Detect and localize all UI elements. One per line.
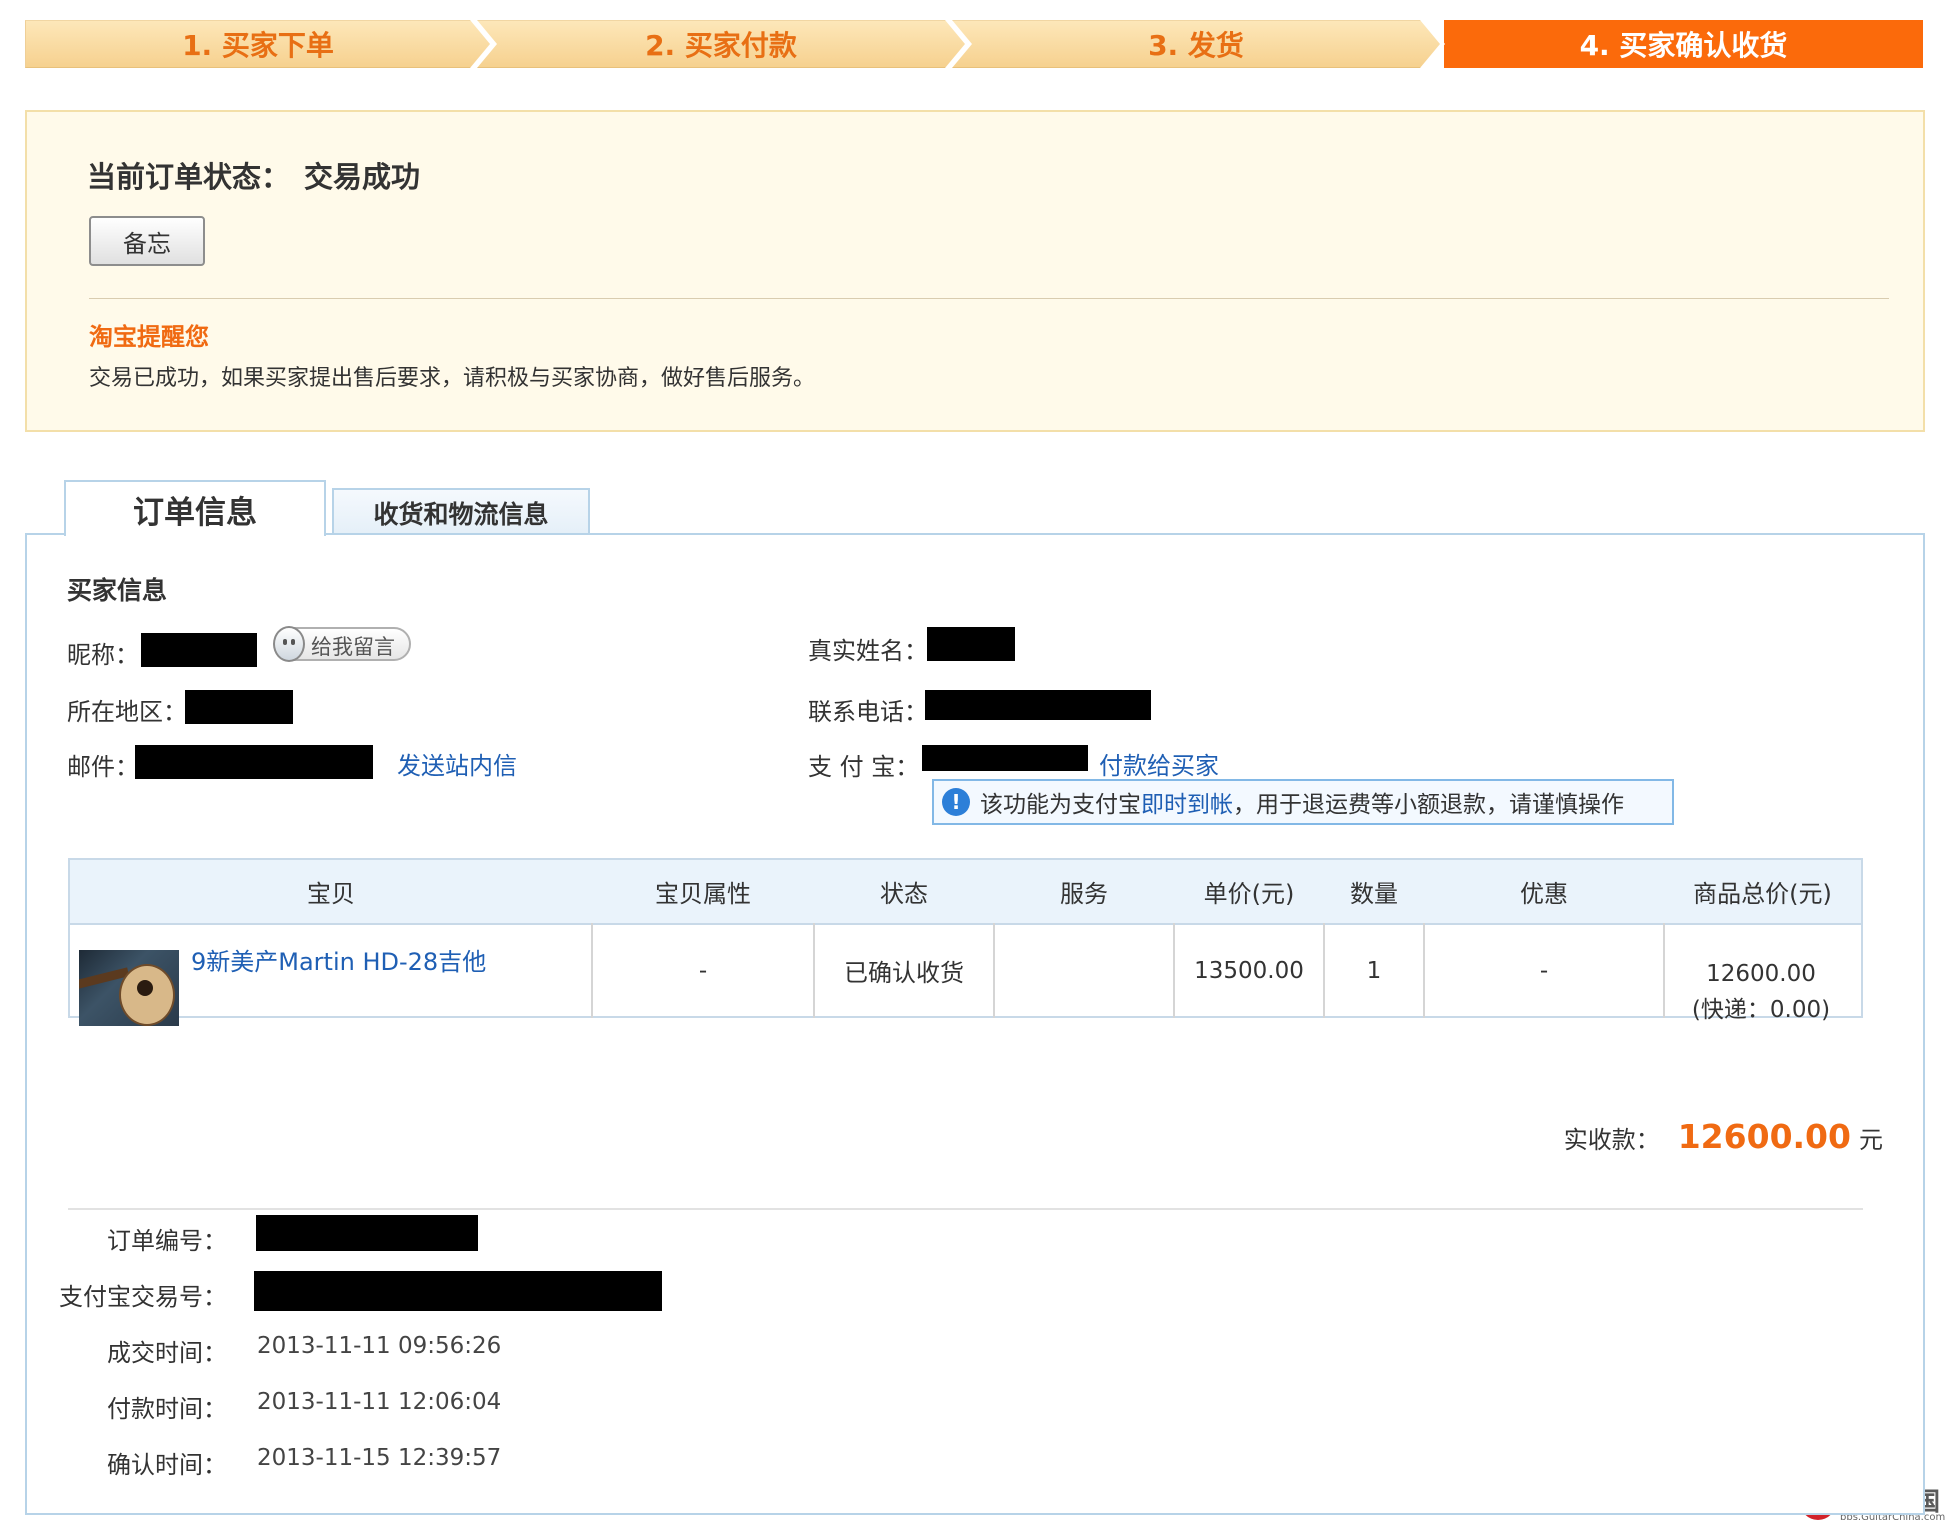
goods-table-header: 宝贝 宝贝属性 状态 服务 单价(元) 数量 优惠 商品总价(元) <box>70 860 1861 925</box>
realname-label: 真实姓名： <box>808 637 928 665</box>
nickname-label: 昵称： <box>67 641 139 669</box>
redacted-phone <box>925 690 1151 720</box>
paid-amount-label: 实收款： <box>1563 1126 1660 1154</box>
order-status-label: 当前订单状态： <box>87 160 291 194</box>
item-total-price: 12600.00 <box>1706 961 1816 987</box>
instant-pay-tip: ! 该功能为支付宝 即时到帐 ，用于退运费等小额退款，请谨慎操作 <box>932 779 1674 825</box>
goods-table: 宝贝 宝贝属性 状态 服务 单价(元) 数量 优惠 商品总价(元) 9新美产Ma… <box>68 858 1863 1026</box>
header-service: 服务 <box>1060 880 1108 908</box>
item-title-link[interactable]: 9新美产Martin HD-28吉他 <box>191 942 486 977</box>
tab-label: 订单信息 <box>133 494 257 531</box>
paid-amount-value: 12600.00 <box>1677 1117 1851 1156</box>
pay-to-buyer-link[interactable]: 付款给买家 <box>1099 746 1219 781</box>
item-shipping-fee: (快递：0.00) <box>1691 997 1831 1023</box>
step-label: 1. 买家下单 <box>182 29 334 62</box>
pay-time-label: 付款时间： <box>107 1395 227 1423</box>
item-unit-price: 13500.00 <box>1194 957 1304 984</box>
memo-button-label: 备忘 <box>123 229 171 258</box>
deal-time-label: 成交时间： <box>107 1339 227 1367</box>
redacted-email <box>135 745 373 779</box>
header-status: 状态 <box>880 880 928 908</box>
step-label: 3. 发货 <box>1148 29 1244 62</box>
order-status: 当前订单状态： 交易成功 <box>87 154 420 196</box>
header-unit-price: 单价(元) <box>1203 880 1295 908</box>
step-confirm-receipt: 4. 买家确认收货 <box>1444 20 1923 68</box>
header-quantity: 数量 <box>1350 880 1398 908</box>
item-thumbnail[interactable] <box>79 950 179 1026</box>
tip-text-prefix: 该功能为支付宝 <box>980 792 1141 818</box>
send-site-message-link[interactable]: 发送站内信 <box>397 746 517 781</box>
redacted-alipay <box>922 745 1088 771</box>
step-label: 2. 买家付款 <box>645 29 797 62</box>
deal-time-value: 2013-11-11 09:56:26 <box>257 1333 502 1359</box>
region-label: 所在地区： <box>67 698 187 726</box>
header-attributes: 宝贝属性 <box>655 880 751 908</box>
item-attributes: - <box>698 957 708 984</box>
item-status: 已确认收货 <box>844 959 964 987</box>
step-buyer-pay: 2. 买家付款 <box>477 20 965 68</box>
alipay-label: 支 付 宝： <box>808 753 920 781</box>
guitar-soundhole <box>137 980 153 996</box>
tab-order-info[interactable]: 订单信息 <box>64 480 326 536</box>
step-label: 4. 买家确认收货 <box>1579 29 1788 62</box>
tab-label: 收货和物流信息 <box>373 500 549 529</box>
reminder-title: 淘宝提醒您 <box>89 323 209 351</box>
info-icon: ! <box>942 788 970 816</box>
tip-text-highlight: 即时到帐 <box>1141 792 1233 818</box>
leave-message-label: 给我留言 <box>311 635 395 659</box>
email-label: 邮件： <box>67 753 139 781</box>
buyer-info-title: 买家信息 <box>67 576 168 605</box>
paid-amount-row: 实收款： 12600.00 元 <box>1564 1117 1883 1156</box>
redacted-nickname <box>141 633 257 667</box>
status-divider <box>89 298 1889 299</box>
header-discount: 优惠 <box>1520 880 1568 908</box>
item-service <box>994 923 1174 1018</box>
step-buyer-order: 1. 买家下单 <box>25 20 490 68</box>
summary-divider <box>68 1208 1863 1210</box>
pay-time-value: 2013-11-11 12:06:04 <box>257 1389 502 1415</box>
tip-text-suffix: ，用于退运费等小额退款，请谨慎操作 <box>1233 792 1624 818</box>
confirm-time-value: 2013-11-15 12:39:57 <box>257 1445 502 1471</box>
redacted-order-number <box>256 1215 478 1251</box>
order-status-box: 当前订单状态： 交易成功 备忘 淘宝提醒您 交易已成功，如果买家提出售后要求，请积… <box>25 110 1925 432</box>
leave-message-button[interactable]: 给我留言 <box>273 626 411 662</box>
item-discount: - <box>1539 957 1549 984</box>
order-number-label: 订单编号： <box>107 1227 227 1255</box>
order-progress-steps: 1. 买家下单 2. 买家付款 3. 发货 4. 买家确认收货 <box>25 20 1923 68</box>
memo-button[interactable]: 备忘 <box>89 216 205 266</box>
redacted-realname <box>927 627 1015 661</box>
confirm-time-label: 确认时间： <box>107 1451 227 1479</box>
item-quantity: 1 <box>1366 957 1382 984</box>
order-info-panel: 买家信息 昵称： 给我留言 所在地区： 邮件： 发送站内信 真实姓名： 联系电话… <box>25 533 1925 1515</box>
redacted-region <box>185 690 293 724</box>
chat-face-icon <box>273 626 305 662</box>
paid-amount-unit: 元 <box>1859 1126 1883 1154</box>
phone-label: 联系电话： <box>808 698 928 726</box>
reminder-text: 交易已成功，如果买家提出售后要求，请积极与买家协商，做好售后服务。 <box>89 366 816 391</box>
step-ship: 3. 发货 <box>952 20 1440 68</box>
order-status-value: 交易成功 <box>304 160 421 194</box>
alipay-trade-number-label: 支付宝交易号： <box>59 1283 227 1311</box>
header-item: 宝贝 <box>307 880 355 908</box>
item-total: 12600.00 (快递：0.00) <box>1661 956 1861 1028</box>
tab-shipping-logistics[interactable]: 收货和物流信息 <box>332 488 590 536</box>
header-total-price: 商品总价(元) <box>1693 880 1832 908</box>
redacted-alipay-trade-number <box>254 1271 662 1311</box>
